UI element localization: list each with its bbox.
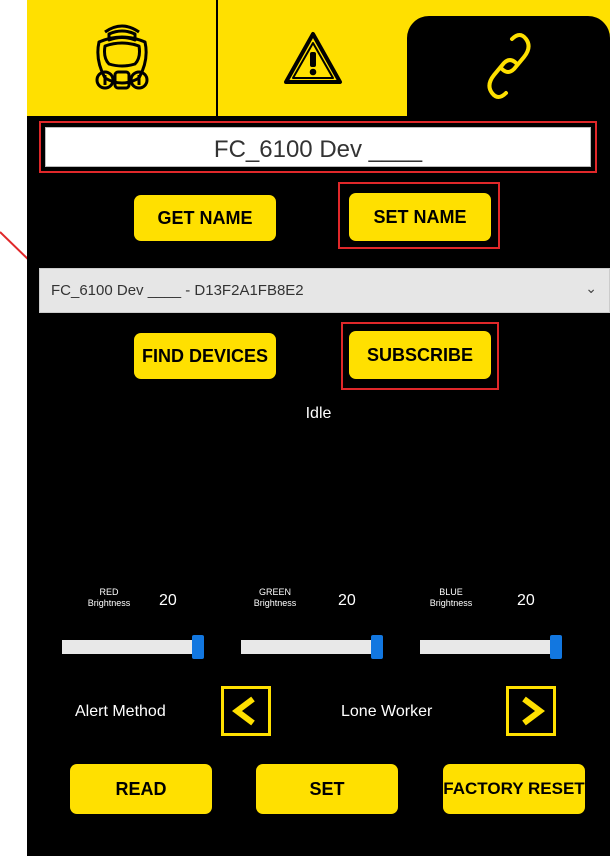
green-slider-thumb[interactable]	[371, 635, 383, 659]
find-devices-label: FIND DEVICES	[141, 345, 269, 366]
green-brightness-value: 20	[338, 592, 356, 609]
set-name-label: SET NAME	[373, 206, 467, 227]
device-select-value: FC_6100 Dev ____ - D13F2A1FB8E2	[51, 282, 304, 299]
chevron-left-icon	[232, 696, 255, 726]
red-slider-thumb[interactable]	[192, 635, 204, 659]
device-name-value: FC_6100 Dev ____	[213, 136, 423, 163]
factory-reset-button[interactable]: FACTORY RESET	[443, 764, 585, 814]
blue-label-line2: Brightness	[429, 598, 473, 608]
tab-gas-mask[interactable]	[27, 0, 216, 116]
chevron-down-icon: ⌄	[585, 280, 597, 296]
green-label-line1: GREEN	[258, 587, 291, 597]
device-name-highlight: FC_6100 Dev ____	[39, 121, 597, 173]
red-brightness-label: RED Brightness	[79, 587, 139, 609]
get-name-label: GET NAME	[157, 207, 253, 228]
device-name-field[interactable]: FC_6100 Dev ____	[45, 127, 591, 167]
blue-slider-thumb[interactable]	[550, 635, 562, 659]
status-text: Idle	[305, 405, 332, 422]
set-label: SET	[309, 778, 345, 799]
tab-link[interactable]	[407, 16, 610, 116]
red-brightness-value: 20	[159, 592, 177, 609]
blue-brightness-label: BLUE Brightness	[421, 587, 481, 609]
set-name-button[interactable]: SET NAME	[349, 193, 491, 241]
alert-method-value: Lone Worker	[341, 703, 433, 720]
alert-method-label: Alert Method	[75, 703, 166, 720]
find-devices-button[interactable]: FIND DEVICES	[134, 333, 276, 379]
app-window: FC_6100 Dev ____ GET NAME SET NAME FC_61…	[27, 0, 610, 856]
chevron-right-icon	[522, 696, 545, 726]
red-brightness-slider[interactable]	[62, 635, 204, 659]
red-label-line2: Brightness	[87, 598, 131, 608]
blue-brightness-value: 20	[517, 592, 535, 609]
blue-label-line1: BLUE	[439, 587, 463, 597]
green-brightness-slider[interactable]	[241, 635, 383, 659]
subscribe-button[interactable]: SUBSCRIBE	[349, 331, 491, 379]
tab-bar	[27, 0, 610, 116]
factory-reset-label: FACTORY RESET	[443, 779, 585, 798]
link-icon	[486, 33, 531, 99]
blue-brightness-slider[interactable]	[420, 635, 562, 659]
prev-alert-button[interactable]	[221, 686, 271, 736]
next-alert-button[interactable]	[506, 686, 556, 736]
read-label: READ	[115, 778, 167, 799]
red-label-line1: RED	[99, 587, 119, 597]
green-brightness-label: GREEN Brightness	[245, 587, 305, 609]
subscribe-label: SUBSCRIBE	[366, 344, 473, 365]
tab-warning[interactable]	[218, 0, 407, 116]
warning-icon	[283, 32, 342, 84]
gas-mask-icon	[95, 24, 148, 90]
set-button[interactable]: SET	[256, 764, 398, 814]
device-select[interactable]: FC_6100 Dev ____ - D13F2A1FB8E2 ⌄	[39, 268, 610, 313]
green-label-line2: Brightness	[253, 598, 297, 608]
get-name-button[interactable]: GET NAME	[134, 195, 276, 241]
read-button[interactable]: READ	[70, 764, 212, 814]
